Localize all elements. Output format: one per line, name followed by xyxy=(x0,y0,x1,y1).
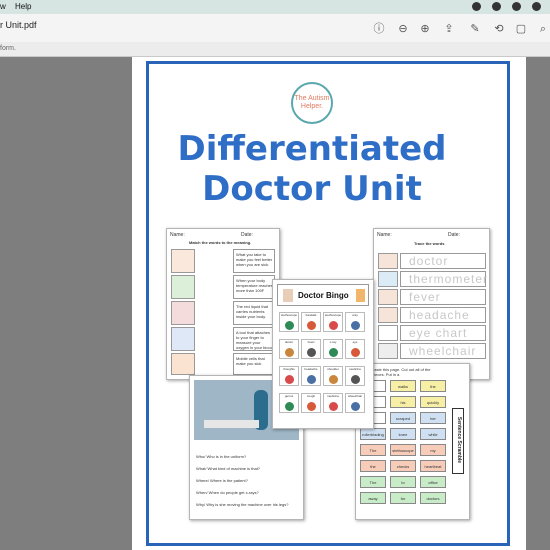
scramble-word: the xyxy=(420,380,446,392)
picture-cell xyxy=(171,301,195,325)
markup-icon[interactable]: ✎ xyxy=(468,22,482,36)
name-label: Name: xyxy=(377,232,392,238)
bingo-cell: bandaid xyxy=(301,312,321,332)
pdf-page: The Autism Helper. Differentiated Doctor… xyxy=(132,57,526,550)
bingo-cell: xray xyxy=(345,312,365,332)
info-icon[interactable]: ⓘ xyxy=(372,22,386,36)
window-title: r Unit.pdf xyxy=(0,20,37,30)
scramble-word: walks xyxy=(390,380,416,392)
doctor-bingo-card: Doctor Bingo stethoscope bandaid stethosco… xyxy=(272,279,374,429)
scramble-word: stethoscope xyxy=(390,444,416,456)
menubar: w Help xyxy=(0,0,550,14)
picture-cell xyxy=(171,353,195,375)
instruction: Trace the words xyxy=(414,241,445,246)
page-title-line2: Doctor Unit xyxy=(202,169,422,209)
bingo-cell: shoulder xyxy=(323,366,343,386)
form-icon[interactable]: ▢ xyxy=(514,22,528,36)
definition-cell: When your body temperature reaches more … xyxy=(233,275,275,299)
scramble-label: Sentence Scramble xyxy=(456,416,462,464)
bingo-cell: headache xyxy=(301,366,321,386)
scramble-word: The xyxy=(360,476,386,488)
picture-cell xyxy=(171,249,195,273)
scramble-word: his xyxy=(390,396,416,408)
scramble-word: office xyxy=(420,476,446,488)
info-text: form. xyxy=(0,45,16,52)
picture-cell xyxy=(171,327,195,351)
definition-cell: Mobile cells that make you sick xyxy=(233,353,275,375)
bingo-cell: heart xyxy=(301,339,321,359)
zoom-in-icon[interactable]: ⊕ xyxy=(418,22,432,36)
bingo-cell: medicine xyxy=(345,366,365,386)
scramble-word: rollerblading xyxy=(360,428,386,440)
share-icon[interactable]: ⇪ xyxy=(442,22,456,36)
trace-word: fever xyxy=(400,289,486,305)
bingo-cell: stethoscope xyxy=(279,312,299,332)
trace-word: doctor xyxy=(400,253,486,269)
bingo-cell: doctor xyxy=(279,339,299,359)
bingo-title: Doctor Bingo xyxy=(298,291,349,300)
bingo-cell: thoughts xyxy=(279,366,299,386)
info-bar: form. xyxy=(0,42,550,57)
scramble-word: checks xyxy=(390,460,416,472)
matching-worksheet: Name: Date: Match the words to the meani… xyxy=(166,228,280,380)
definition-cell: A tool that attaches to your finger to m… xyxy=(233,327,275,351)
logo-text: The Autism Helper. xyxy=(294,95,330,110)
scramble-word: away xyxy=(360,492,386,504)
bingo-cell: stethoscope xyxy=(323,312,343,332)
date-label: Date: xyxy=(241,232,253,238)
question: Why/ Why is she moving the machine over … xyxy=(196,502,289,507)
document-viewer[interactable]: The Autism Helper. Differentiated Doctor… xyxy=(0,57,550,550)
bingo-cell: medicine xyxy=(323,393,343,413)
status-icon-4[interactable] xyxy=(532,2,541,11)
scramble-word: heartbeat xyxy=(420,460,446,472)
date-label: Date: xyxy=(448,232,460,238)
status-icon-3[interactable] xyxy=(512,2,521,11)
status-icon[interactable] xyxy=(472,2,481,11)
definition-cell: What you take to make you feel better wh… xyxy=(233,249,275,273)
trace-word: thermometer xyxy=(400,271,487,287)
trace-word: eye chart xyxy=(400,325,486,341)
trace-worksheet: Name: Date: Trace the words doctor therm… xyxy=(373,228,490,380)
menu-item-help[interactable]: Help xyxy=(15,2,31,11)
instruction: Match the words to the meaning. xyxy=(189,240,252,245)
bingo-cell: eye xyxy=(345,339,365,359)
zoom-out-icon[interactable]: ⊖ xyxy=(396,22,410,36)
scramble-word: my xyxy=(420,444,446,456)
instruction: paste this page. Cut out all of the piec… xyxy=(372,367,431,377)
scramble-word: doctors xyxy=(420,492,446,504)
question: Where/ Where is the patient? xyxy=(196,478,248,483)
scramble-word: The xyxy=(360,444,386,456)
scramble-word: her xyxy=(420,412,446,424)
question: Who/ Who is in the uniform? xyxy=(196,454,247,459)
bingo-cell: cough xyxy=(301,393,321,413)
scramble-word: scraped xyxy=(390,412,416,424)
rotate-icon[interactable]: ⟲ xyxy=(492,22,506,36)
menu-item-window[interactable]: w xyxy=(0,2,6,11)
bingo-cell: wheelchair xyxy=(345,393,365,413)
question: When/ When do people get x-rays? xyxy=(196,490,259,495)
picture-cell xyxy=(171,275,195,299)
scramble-word: while xyxy=(420,428,446,440)
question: What/ What kind of machine is that? xyxy=(196,466,261,471)
search-icon[interactable]: ⌕ xyxy=(536,22,550,36)
bingo-cell: germs xyxy=(279,393,299,413)
bingo-header: Doctor Bingo xyxy=(277,284,369,306)
logo: The Autism Helper. xyxy=(291,82,333,124)
name-label: Name: xyxy=(170,232,185,238)
scramble-word: quickly xyxy=(420,396,446,408)
bingo-cell: x-ray xyxy=(323,339,343,359)
scramble-word: the xyxy=(360,460,386,472)
trace-word: headache xyxy=(400,307,486,323)
trace-word: wheelchair xyxy=(400,343,486,359)
scramble-word: to xyxy=(390,476,416,488)
definition-cell: The red liquid that carries nutrients in… xyxy=(233,301,275,325)
scramble-word: for xyxy=(390,492,416,504)
toolbar: r Unit.pdf ⓘ ⊖ ⊕ ⇪ ✎ ⟲ ▢ ⌕ xyxy=(0,14,550,42)
page-title-line1: Differentiated xyxy=(177,129,447,169)
scramble-word: knee xyxy=(390,428,416,440)
status-icon-2[interactable] xyxy=(492,2,501,11)
